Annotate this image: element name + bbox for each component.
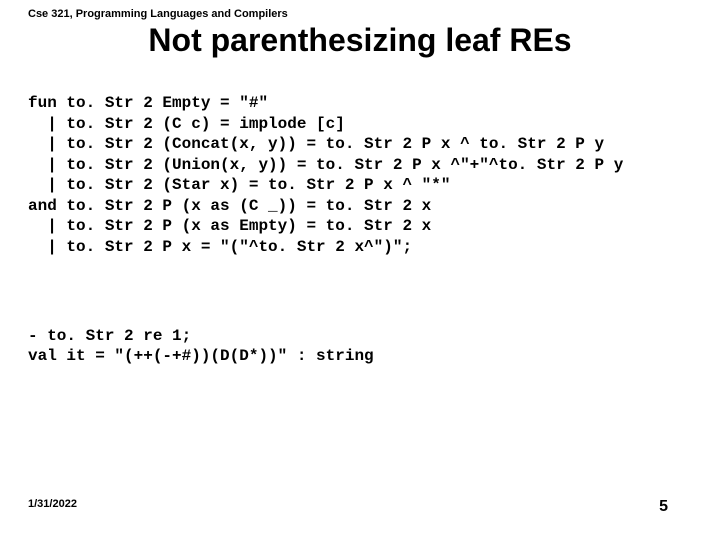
- slide-title: Not parenthesizing leaf REs: [0, 22, 720, 59]
- code-line: val it = "(++(-+#))(D(D*))" : string: [28, 347, 374, 365]
- code-line: | to. Str 2 P (x as Empty) = to. Str 2 x: [28, 217, 431, 235]
- code-line: - to. Str 2 re 1;: [28, 327, 191, 345]
- code-line: | to. Str 2 (Star x) = to. Str 2 P x ^ "…: [28, 176, 450, 194]
- code-line: | to. Str 2 (C c) = implode [c]: [28, 115, 345, 133]
- code-line: | to. Str 2 P x = "("^to. Str 2 x^")";: [28, 238, 412, 256]
- code-line: fun to. Str 2 Empty = "#": [28, 94, 268, 112]
- code-block-2: - to. Str 2 re 1; val it = "(++(-+#))(D(…: [0, 305, 720, 366]
- course-header: Cse 321, Programming Languages and Compi…: [0, 0, 720, 20]
- page-number: 5: [659, 498, 668, 516]
- code-line: and to. Str 2 P (x as (C _)) = to. Str 2…: [28, 197, 431, 215]
- code-block-1: fun to. Str 2 Empty = "#" | to. Str 2 (C…: [0, 73, 720, 257]
- code-line: | to. Str 2 (Union(x, y)) = to. Str 2 P …: [28, 156, 623, 174]
- footer: 1/31/2022 5: [28, 498, 668, 516]
- code-line: | to. Str 2 (Concat(x, y)) = to. Str 2 P…: [28, 135, 604, 153]
- footer-date: 1/31/2022: [28, 498, 77, 516]
